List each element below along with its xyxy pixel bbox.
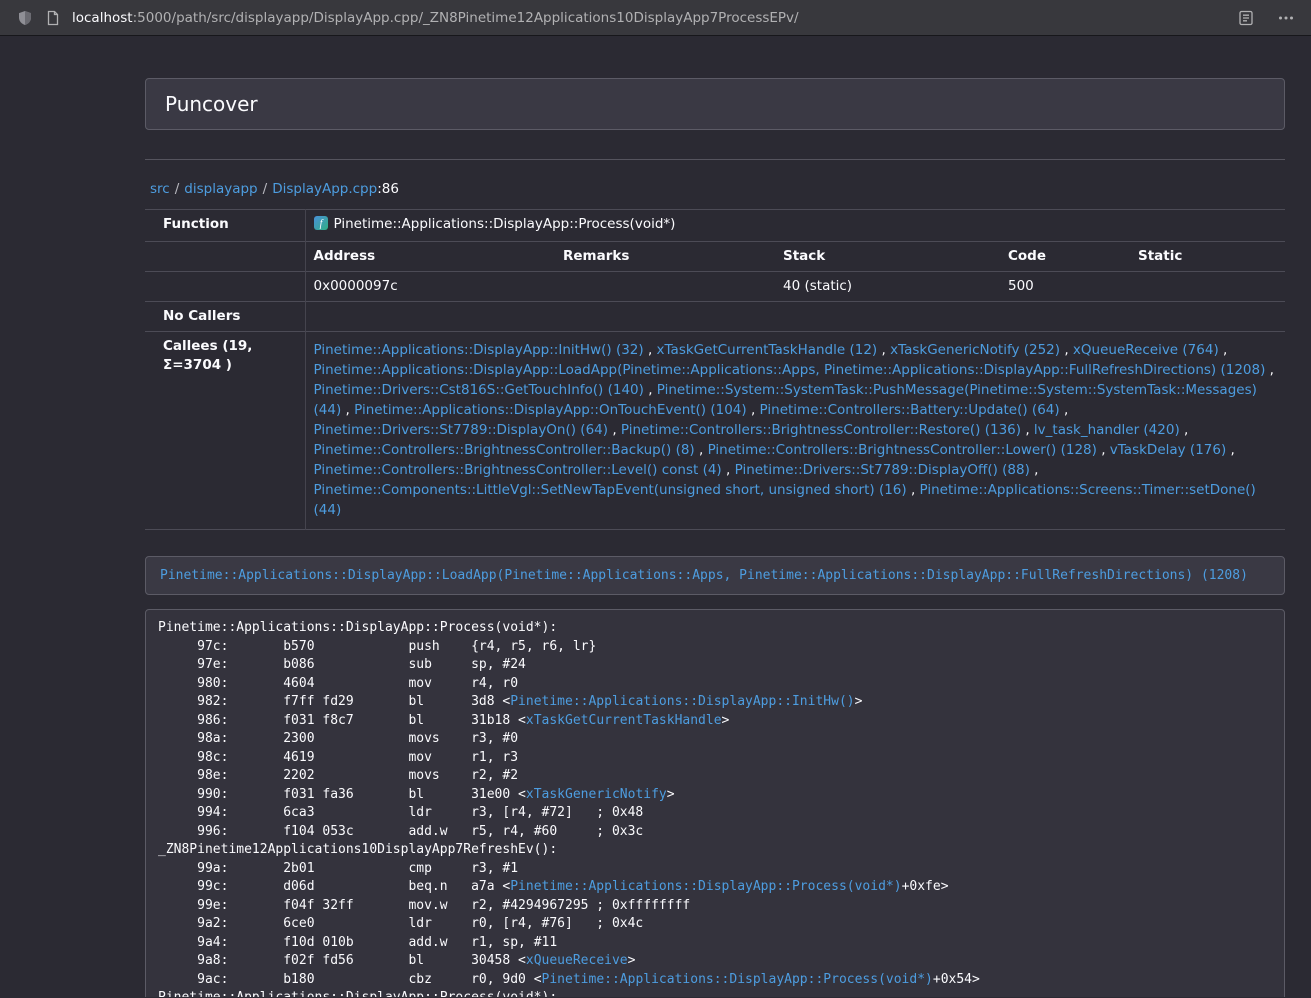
function-name: Pinetime::Applications::DisplayApp::Proc… xyxy=(334,216,676,232)
callee-link[interactable]: Pinetime::Controllers::Battery::Update()… xyxy=(760,402,1060,418)
callee-link[interactable]: Pinetime::Controllers::BrightnessControl… xyxy=(708,442,1097,458)
callees-label: Callees (19, Σ=3704 ) xyxy=(145,332,305,530)
symbol-panel-link[interactable]: Pinetime::Applications::DisplayApp::Load… xyxy=(160,568,1248,583)
disassembly-symbol-link[interactable]: Pinetime::Applications::DisplayApp::Proc… xyxy=(542,972,933,987)
function-table: Function f Pinetime::Applications::Displ… xyxy=(145,209,1285,530)
callee-link[interactable]: Pinetime::Applications::DisplayApp::OnTo… xyxy=(354,402,747,418)
no-callers-label: No Callers xyxy=(145,302,305,332)
breadcrumb-link-file[interactable]: DisplayApp.cpp xyxy=(272,181,377,197)
page-info-icon[interactable] xyxy=(42,7,64,29)
table-row-no-callers: No Callers xyxy=(145,302,1285,332)
table-row-column-headers: Address Remarks Stack Code Static xyxy=(145,242,1285,272)
code-value: 500 xyxy=(1000,272,1130,302)
empty-cell xyxy=(145,242,305,272)
callee-link[interactable]: Pinetime::Drivers::Cst816S::GetTouchInfo… xyxy=(314,382,644,398)
callee-link[interactable]: lv_task_handler (420) xyxy=(1034,422,1180,438)
content-container: Puncover src/displayapp/DisplayApp.cpp:8… xyxy=(145,78,1285,997)
function-icon: f xyxy=(314,216,328,236)
shield-icon[interactable] xyxy=(14,7,36,29)
callees-list: Pinetime::Applications::DisplayApp::Init… xyxy=(305,332,1285,530)
callee-link[interactable]: Pinetime::Controllers::BrightnessControl… xyxy=(314,462,722,478)
column-header-code: Code xyxy=(1000,242,1130,272)
callee-link[interactable]: xQueueReceive (764) xyxy=(1073,342,1219,358)
table-row-values: 0x0000097c 40 (static) 500 xyxy=(145,272,1285,302)
callee-link[interactable]: vTaskDelay (176) xyxy=(1110,442,1226,458)
callee-link[interactable]: Pinetime::Drivers::St7789::DisplayOn() (… xyxy=(314,422,609,438)
page-title: Puncover xyxy=(165,92,258,116)
callee-link[interactable]: Pinetime::Controllers::BrightnessControl… xyxy=(314,442,695,458)
static-value xyxy=(1130,272,1285,302)
callee-link[interactable]: Pinetime::Components::LittleVgl::SetNewT… xyxy=(314,482,907,498)
callee-link[interactable]: Pinetime::Controllers::BrightnessControl… xyxy=(621,422,1021,438)
disassembly-symbol-link[interactable]: xQueueReceive xyxy=(526,953,628,968)
callee-link[interactable]: xTaskGenericNotify (252) xyxy=(890,342,1060,358)
column-header-stack: Stack xyxy=(775,242,1000,272)
breadcrumb-separator: / xyxy=(263,181,268,197)
app-header-panel: Puncover xyxy=(145,78,1285,130)
column-header-address: Address xyxy=(305,242,555,272)
disassembly-symbol-link[interactable]: Pinetime::Applications::DisplayApp::Proc… xyxy=(510,879,901,894)
url-host: localhost xyxy=(72,10,133,26)
url-path: :5000/path/src/displayapp/DisplayApp.cpp… xyxy=(133,10,799,26)
remarks-value xyxy=(555,272,775,302)
table-row-function: Function f Pinetime::Applications::Displ… xyxy=(145,210,1285,242)
table-row-callees: Callees (19, Σ=3704 ) Pinetime::Applicat… xyxy=(145,332,1285,530)
disassembly-code: Pinetime::Applications::DisplayApp::Proc… xyxy=(158,619,1272,997)
reader-view-icon[interactable] xyxy=(1235,7,1257,29)
disassembly-symbol-link[interactable]: Pinetime::Applications::DisplayApp::Init… xyxy=(510,694,854,709)
function-label: Function xyxy=(145,210,305,242)
empty-cell xyxy=(145,272,305,302)
symbol-panel: Pinetime::Applications::DisplayApp::Load… xyxy=(145,556,1285,595)
address-value: 0x0000097c xyxy=(305,272,555,302)
callee-link[interactable]: Pinetime::Drivers::St7789::DisplayOff() … xyxy=(735,462,1030,478)
disassembly-symbol-link[interactable]: xTaskGetCurrentTaskHandle xyxy=(526,713,722,728)
column-header-remarks: Remarks xyxy=(555,242,775,272)
disassembly-symbol-link[interactable]: xTaskGenericNotify xyxy=(526,787,667,802)
empty-cell xyxy=(305,302,1285,332)
url-bar[interactable]: localhost:5000/path/src/displayapp/Displ… xyxy=(72,10,1217,26)
page-actions-menu-icon[interactable] xyxy=(1275,7,1297,29)
divider xyxy=(145,159,1285,160)
breadcrumb-link-displayapp[interactable]: displayapp xyxy=(184,181,257,197)
callee-link[interactable]: Pinetime::Applications::DisplayApp::Init… xyxy=(314,342,644,358)
breadcrumb: src/displayapp/DisplayApp.cpp:86 xyxy=(145,181,1285,197)
browser-chrome: localhost:5000/path/src/displayapp/Displ… xyxy=(0,0,1311,36)
column-header-static: Static xyxy=(1130,242,1285,272)
disassembly-panel: Pinetime::Applications::DisplayApp::Proc… xyxy=(145,609,1285,997)
breadcrumb-line-number: :86 xyxy=(377,181,399,197)
breadcrumb-link-src[interactable]: src xyxy=(150,181,170,197)
page-body: Puncover src/displayapp/DisplayApp.cpp:8… xyxy=(0,36,1311,997)
callee-link[interactable]: Pinetime::Applications::DisplayApp::Load… xyxy=(314,362,1266,378)
stack-value: 40 (static) xyxy=(775,272,1000,302)
breadcrumb-separator: / xyxy=(175,181,180,197)
function-name-cell: f Pinetime::Applications::DisplayApp::Pr… xyxy=(305,210,1285,242)
callee-link[interactable]: xTaskGetCurrentTaskHandle (12) xyxy=(657,342,878,358)
